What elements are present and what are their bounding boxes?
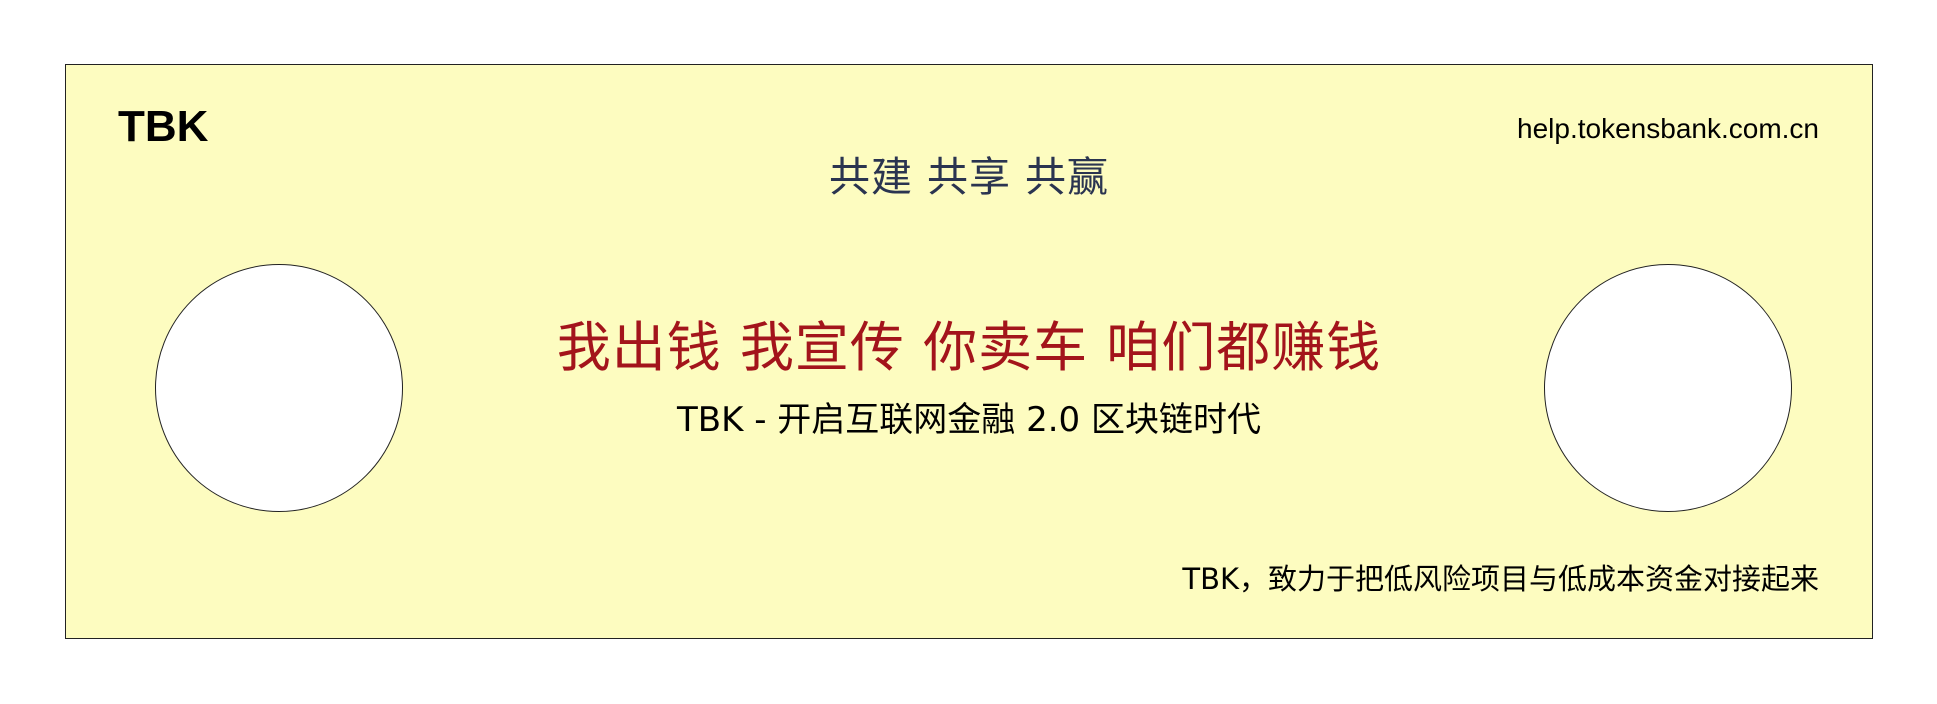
subline-text: TBK - 开启互联网金融 2.0 区块链时代 [677,400,1261,440]
left-circle-cutout [155,264,403,512]
help-url-link[interactable]: help.tokensbank.com.cn [1517,115,1819,143]
slogan-text: 共建 共享 共赢 [828,153,1110,201]
banner-card: TBK help.tokensbank.com.cn 共建 共享 共赢 我出钱 … [65,64,1873,639]
headline-text: 我出钱 我宣传 你卖车 咱们都赚钱 [556,316,1382,379]
brand-logo-text: TBK [118,102,209,151]
mission-statement: TBK，致力于把低风险项目与低成本资金对接起来 [1182,562,1819,596]
right-circle-cutout [1544,264,1792,512]
